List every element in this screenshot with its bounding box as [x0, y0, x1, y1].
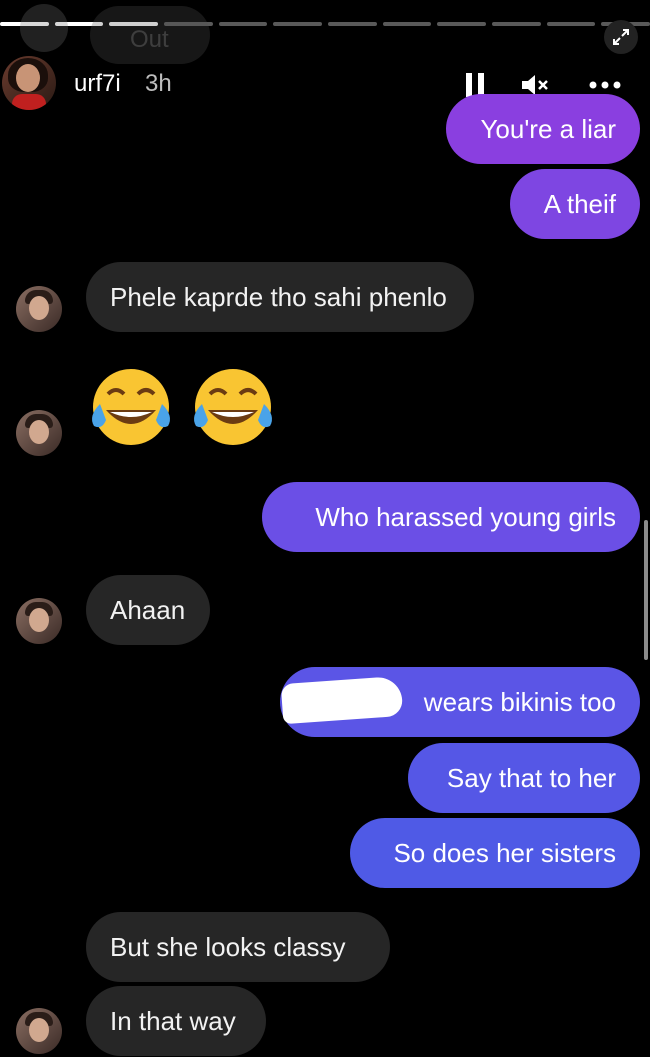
previous-story-text: Out	[130, 26, 169, 53]
message-text: wears bikinis too	[423, 686, 616, 717]
avatar[interactable]	[2, 56, 56, 110]
username[interactable]: urf7i	[74, 70, 121, 98]
laughing-crying-emoji-icon	[92, 369, 170, 445]
message-text: But she looks classy	[110, 931, 346, 962]
sent-message: Say that to her	[408, 743, 640, 813]
contact-avatar[interactable]	[16, 598, 62, 644]
sent-message: Who harassed young girls	[262, 482, 640, 552]
sent-message: So does her sisters	[350, 818, 640, 888]
message-text: Say that to her	[446, 762, 616, 793]
contact-avatar[interactable]	[16, 1008, 62, 1054]
sent-message: You're a liar	[446, 94, 640, 164]
scrollbar[interactable]	[644, 520, 648, 660]
expand-icon[interactable]	[604, 20, 638, 54]
message-text: You're a liar	[480, 113, 616, 144]
received-message: Ahaan	[86, 575, 210, 645]
message-text: Who harassed young girls	[315, 501, 616, 532]
previous-avatar	[20, 4, 68, 52]
message-text: In that way	[110, 1005, 236, 1036]
contact-avatar[interactable]	[16, 410, 62, 456]
message-text: So does her sisters	[393, 837, 616, 868]
sent-message: A theif	[510, 169, 640, 239]
received-message: But she looks classy	[86, 912, 390, 982]
redaction-mark	[280, 675, 404, 725]
laughing-crying-emoji-icon	[194, 369, 272, 445]
contact-avatar[interactable]	[16, 286, 62, 332]
message-text: Ahaan	[110, 594, 186, 625]
post-time: 3h	[145, 70, 172, 97]
message-text: Phele kaprde tho sahi phenlo	[110, 281, 447, 312]
received-message: In that way	[86, 986, 266, 1056]
message-text: A theif	[543, 188, 616, 219]
received-message: Phele kaprde tho sahi phenlo	[86, 262, 474, 332]
emoji-message	[86, 362, 278, 452]
